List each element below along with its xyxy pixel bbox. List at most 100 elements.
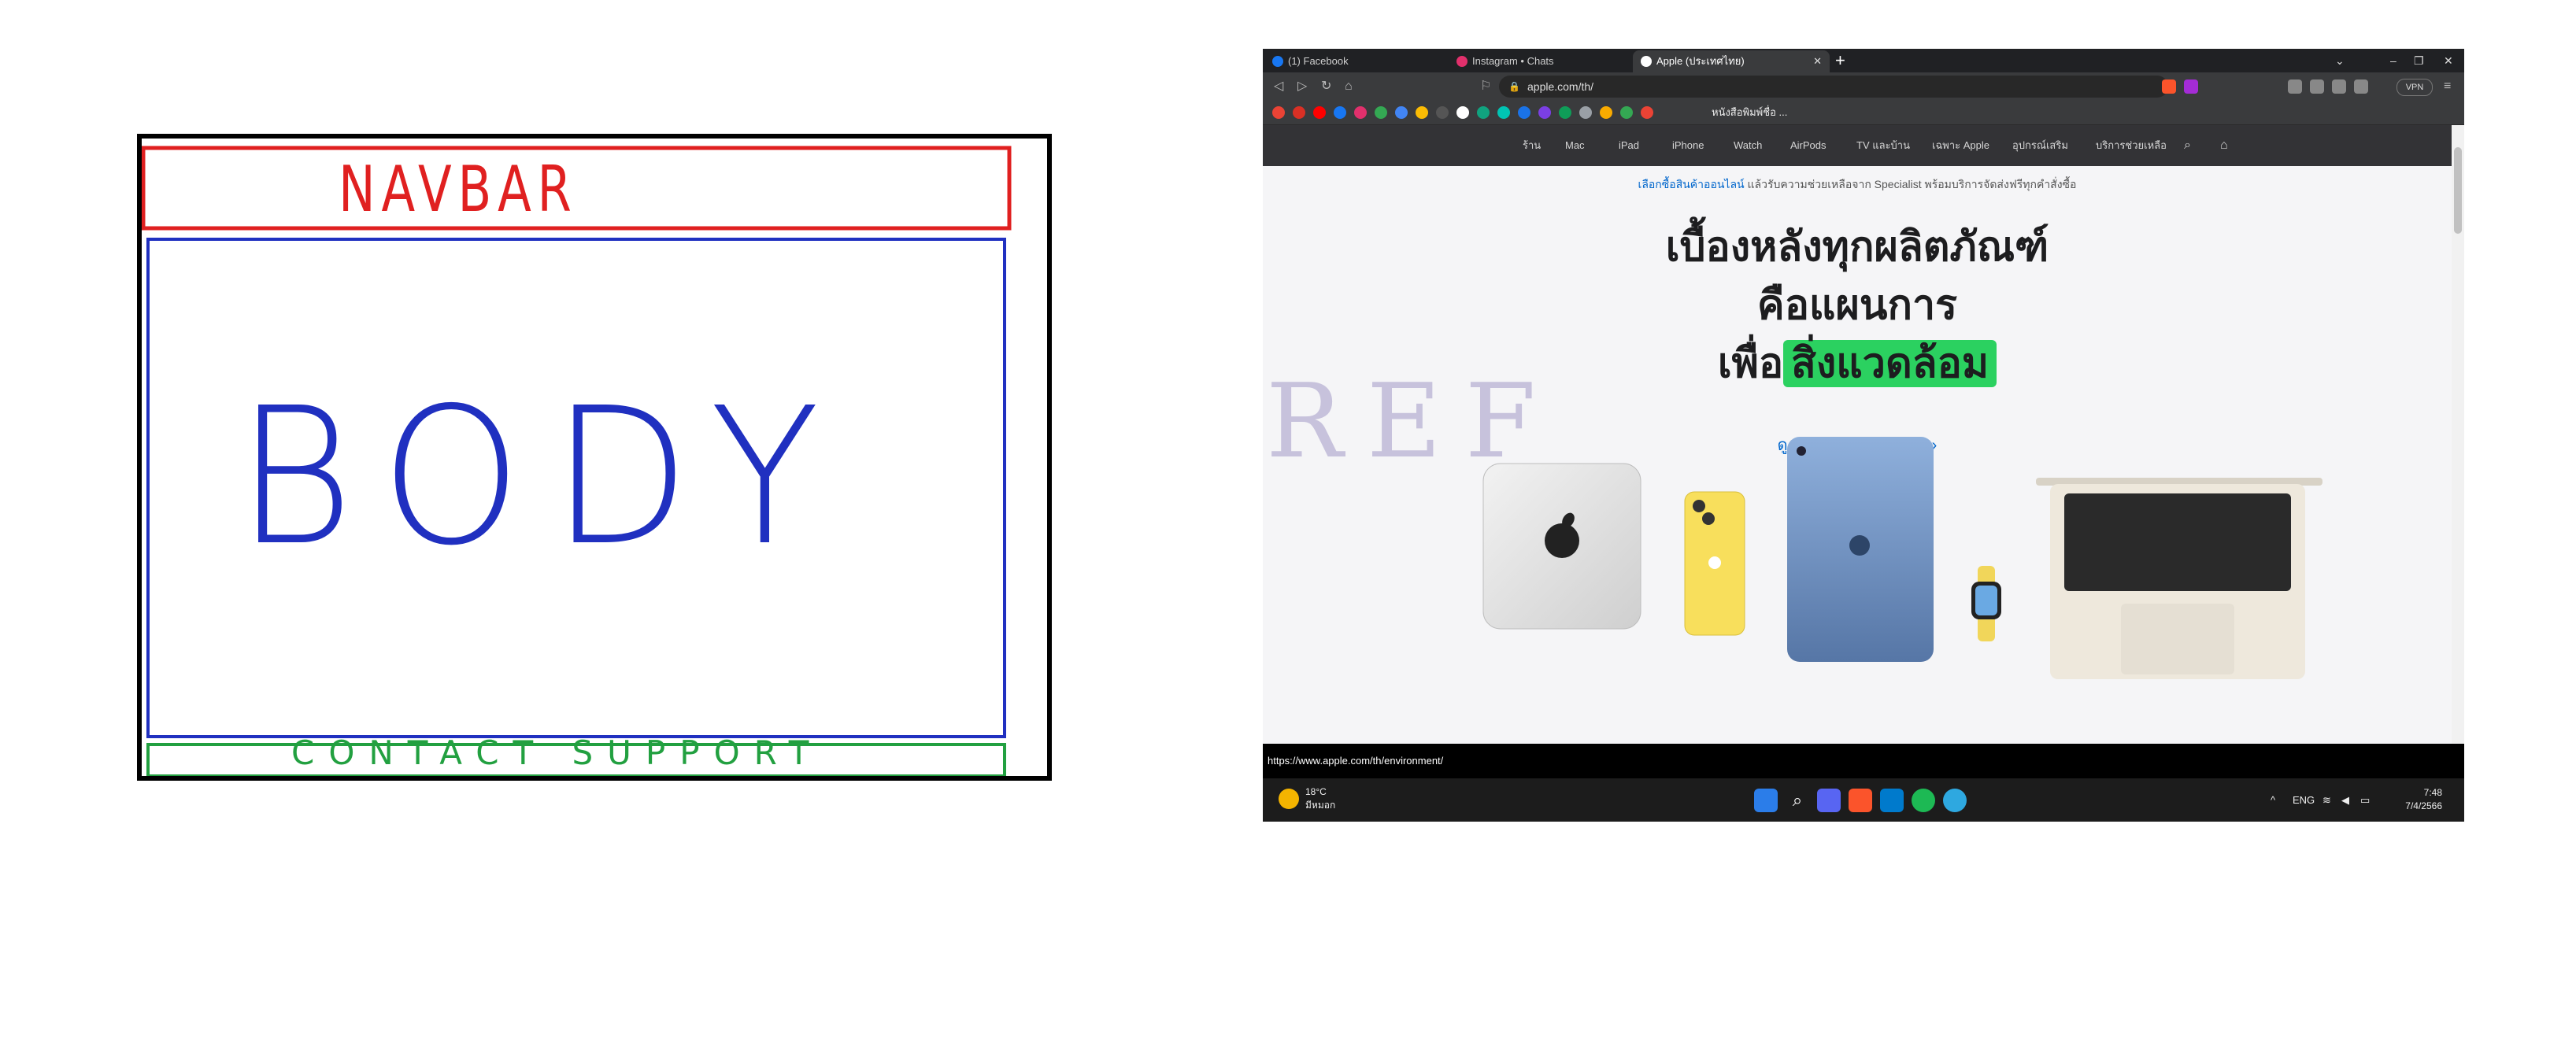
classroom-icon[interactable]	[1518, 106, 1530, 119]
brave-icon[interactable]	[1849, 789, 1872, 812]
iphone-image	[1684, 491, 1745, 636]
globe-icon[interactable]	[1943, 789, 1967, 812]
language-indicator[interactable]: ENG	[2293, 778, 2315, 822]
facebook-icon[interactable]	[1334, 106, 1346, 119]
windows-start-icon[interactable]	[1754, 789, 1778, 812]
nav-item-only-apple[interactable]: เฉพาะ Apple	[1932, 125, 1989, 166]
menu-icon[interactable]: ≡	[2444, 77, 2451, 96]
new-tab-button[interactable]: +	[1835, 49, 1845, 72]
chevron-icon[interactable]	[1620, 106, 1633, 119]
nav-item-airpods[interactable]: AirPods	[1790, 125, 1827, 166]
lock-icon: 🔒	[1508, 81, 1520, 92]
hero-line-2: คือแผนการ	[1756, 282, 1958, 329]
apple-page: ร้าน Mac iPad iPhone Watch AirPods TV แล…	[1263, 125, 2452, 744]
tab-label: (1) Facebook	[1288, 55, 1349, 67]
wallet-icon[interactable]	[2354, 79, 2368, 94]
home-icon[interactable]: ⌂	[1345, 77, 1353, 96]
navbar-label: NAVBAR	[339, 153, 578, 226]
brave-rewards-icon[interactable]	[2184, 79, 2198, 94]
news-icon[interactable]	[1641, 106, 1653, 119]
nav-item-support[interactable]: บริการช่วยเหลือ	[2096, 125, 2167, 166]
apple-watch-image	[1971, 566, 2001, 641]
reload-icon[interactable]: ↻	[1321, 77, 1331, 96]
tab-facebook[interactable]: (1) Facebook	[1264, 50, 1444, 72]
page-scrollbar[interactable]	[2452, 125, 2464, 744]
promo-ribbon: เลือกซื้อสินค้าออนไลน์ แล้วรับความช่วยเห…	[1263, 166, 2452, 202]
macbook-air-image	[2036, 478, 2322, 679]
battery-icon[interactable]: ▭	[2360, 778, 2370, 822]
spotify-icon[interactable]	[1912, 789, 1935, 812]
google-icon[interactable]	[1272, 106, 1285, 119]
instagram-icon[interactable]	[1354, 106, 1367, 119]
close-tab-icon[interactable]: ✕	[1813, 50, 1822, 72]
bookmarks-bar: หนังสือพิมพ์ชื่อ ...	[1263, 101, 2464, 125]
bookmark-icon[interactable]: ⚐	[1480, 77, 1491, 96]
ribbon-link[interactable]: เลือกซื้อสินค้าออนไลน์	[1638, 178, 1745, 190]
extensions-icon[interactable]	[2288, 79, 2302, 94]
nav-item-watch[interactable]: Watch	[1734, 125, 1762, 166]
vscode-icon[interactable]	[1880, 789, 1904, 812]
weather-temp: 18°C	[1305, 786, 1327, 797]
bookmark-label[interactable]: หนังสือพิมพ์ชื่อ ...	[1712, 101, 1787, 124]
hero-line-1: เบื้องหลังทุกผลิตภัณฑ์	[1665, 224, 2049, 271]
tab-bar: (1) Facebook Instagram • Chats Apple (ปร…	[1263, 49, 2464, 72]
downloads-icon[interactable]	[2310, 79, 2324, 94]
bookmark-folder-icon[interactable]	[1600, 106, 1612, 119]
nav-item-mac[interactable]: Mac	[1565, 125, 1585, 166]
minimize-button[interactable]: –	[2390, 49, 2396, 72]
search-icon[interactable]: ⌕	[2184, 125, 2191, 166]
search-icon[interactable]: ⌕	[1786, 789, 1809, 812]
body-label: BODY	[236, 367, 850, 587]
back-icon[interactable]: ◁	[1274, 77, 1283, 96]
bag-icon[interactable]: ⌂	[2220, 125, 2228, 166]
mac-mini-image	[1482, 463, 1641, 630]
tab-label: Instagram • Chats	[1472, 55, 1554, 67]
canva-icon[interactable]	[1497, 106, 1510, 119]
tab-instagram[interactable]: Instagram • Chats	[1449, 50, 1628, 72]
windows-taskbar: 18°C มีหมอก ⌕ ^ ENG ≋ ◀ ▭ 7:48 7/4/2566	[1263, 778, 2464, 822]
close-window-button[interactable]: ✕	[2444, 49, 2453, 72]
apple-global-nav: ร้าน Mac iPad iPhone Watch AirPods TV แล…	[1263, 125, 2452, 166]
apple-favicon-icon	[1641, 56, 1652, 67]
hero-highlight: สิ่งแวดล้อม	[1783, 340, 1997, 387]
gmail-icon[interactable]	[1293, 106, 1305, 119]
chevron-down-icon[interactable]: ⌄	[2335, 49, 2345, 72]
weather-icon	[1279, 789, 1299, 809]
maps-icon[interactable]	[1416, 106, 1428, 119]
github-icon[interactable]	[1456, 106, 1469, 119]
nav-item-store[interactable]: ร้าน	[1523, 125, 1541, 166]
sheets-icon[interactable]	[1559, 106, 1571, 119]
nav-item-tv-home[interactable]: TV และบ้าน	[1856, 125, 1910, 166]
openai-icon[interactable]	[1477, 106, 1490, 119]
nav-item-ipad[interactable]: iPad	[1619, 125, 1639, 166]
ribbon-text: แล้วรับความช่วยเหลือจาก Specialist พร้อม…	[1744, 178, 2077, 190]
forward-icon[interactable]: ▷	[1297, 77, 1307, 96]
youtube-icon[interactable]	[1313, 106, 1326, 119]
brave-shield-icon[interactable]	[2162, 79, 2176, 94]
translate-icon[interactable]	[1395, 106, 1408, 119]
discord-icon[interactable]	[1817, 789, 1841, 812]
hero-line-3-prefix: เพื่อ	[1717, 340, 1784, 387]
wifi-icon[interactable]: ≋	[2322, 778, 2331, 822]
notion-icon[interactable]	[1538, 106, 1551, 119]
weather-widget[interactable]: 18°C มีหมอก	[1279, 785, 1335, 812]
instagram-icon	[1456, 56, 1468, 67]
docs-icon[interactable]	[1579, 106, 1592, 119]
vpn-button[interactable]: VPN	[2396, 79, 2433, 96]
nav-item-accessories[interactable]: อุปกรณ์เสริม	[2012, 125, 2068, 166]
url-input[interactable]: 🔒 apple.com/th/	[1499, 76, 2168, 98]
chevron-up-icon[interactable]: ^	[2271, 778, 2275, 822]
nav-item-iphone[interactable]: iPhone	[1672, 125, 1704, 166]
taskbar-clock[interactable]: 7:48 7/4/2566	[2405, 786, 2442, 813]
ipad-image	[1787, 437, 1934, 662]
weather-desc: มีหมอก	[1305, 800, 1336, 811]
drive-icon[interactable]	[1375, 106, 1387, 119]
scrollbar-thumb[interactable]	[2454, 147, 2462, 234]
tab-apple[interactable]: Apple (ประเทศไทย) ✕	[1633, 50, 1830, 72]
maximize-button[interactable]: ❐	[2414, 49, 2424, 72]
browser-screenshot: (1) Facebook Instagram • Chats Apple (ปร…	[1263, 49, 2464, 822]
sidebar-icon[interactable]	[2332, 79, 2346, 94]
volume-icon[interactable]: ◀	[2341, 778, 2349, 822]
chatgpt-icon[interactable]	[1436, 106, 1449, 119]
tab-label: Apple (ประเทศไทย)	[1656, 55, 1745, 67]
